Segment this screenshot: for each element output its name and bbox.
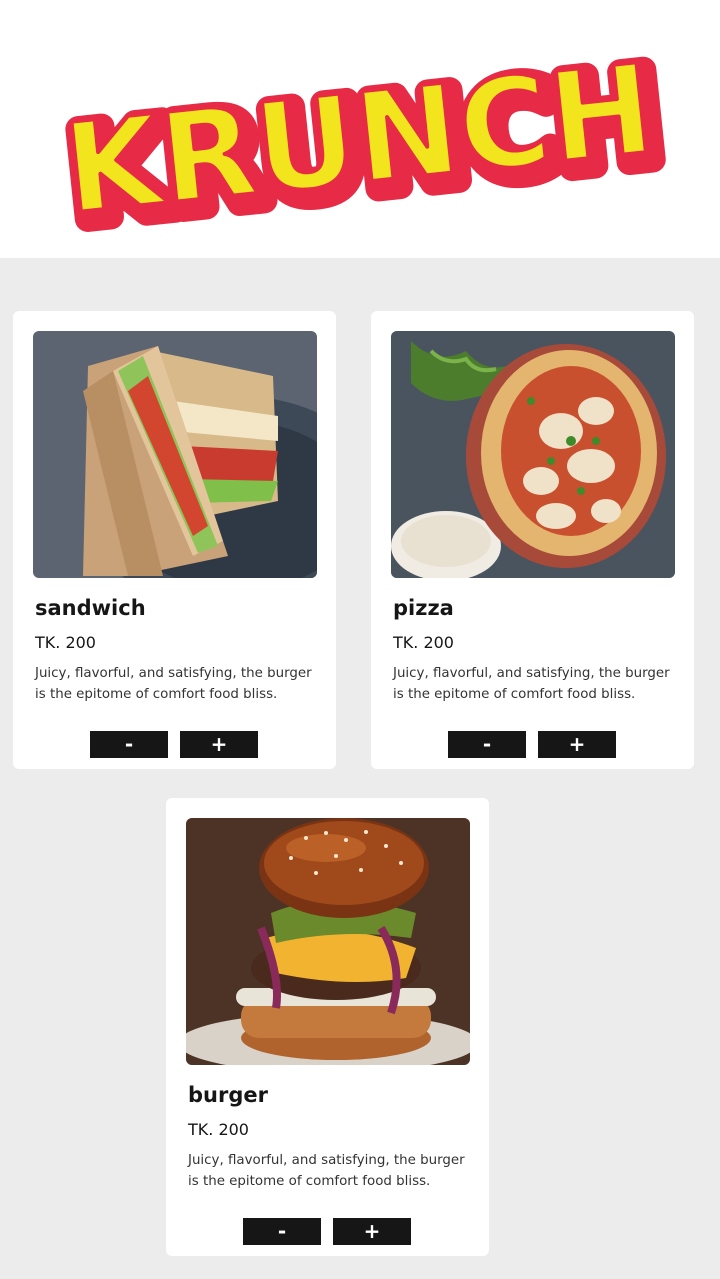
product-name: sandwich: [35, 596, 146, 620]
pizza-photo: [391, 331, 675, 578]
product-card-pizza: pizza TK. 200 Juicy, flavorful, and sati…: [371, 311, 694, 769]
product-price: TK. 200: [35, 633, 96, 652]
svg-text:KRUNCH: KRUNCH: [58, 38, 661, 243]
product-card-burger: burger TK. 200 Juicy, flavorful, and sat…: [166, 798, 489, 1256]
decrement-button[interactable]: -: [243, 1218, 321, 1245]
krunch-logo[interactable]: KRUNCH KRUNCH: [0, 0, 720, 258]
product-card-sandwich: sandwich TK. 200 Juicy, flavorful, and s…: [13, 311, 336, 769]
product-price: TK. 200: [188, 1120, 249, 1139]
increment-button[interactable]: +: [333, 1218, 411, 1245]
product-price: TK. 200: [393, 633, 454, 652]
product-description: Juicy, flavorful, and satisfying, the bu…: [35, 666, 312, 702]
sandwich-photo: [33, 331, 317, 578]
app-header: KRUNCH KRUNCH: [0, 0, 720, 258]
increment-button[interactable]: +: [180, 731, 258, 758]
product-name: burger: [188, 1083, 268, 1107]
burger-photo: [186, 818, 470, 1065]
decrement-button[interactable]: -: [448, 731, 526, 758]
product-description: Juicy, flavorful, and satisfying, the bu…: [393, 666, 670, 702]
decrement-button[interactable]: -: [90, 731, 168, 758]
product-name: pizza: [393, 596, 454, 620]
increment-button[interactable]: +: [538, 731, 616, 758]
product-description: Juicy, flavorful, and satisfying, the bu…: [188, 1153, 465, 1189]
